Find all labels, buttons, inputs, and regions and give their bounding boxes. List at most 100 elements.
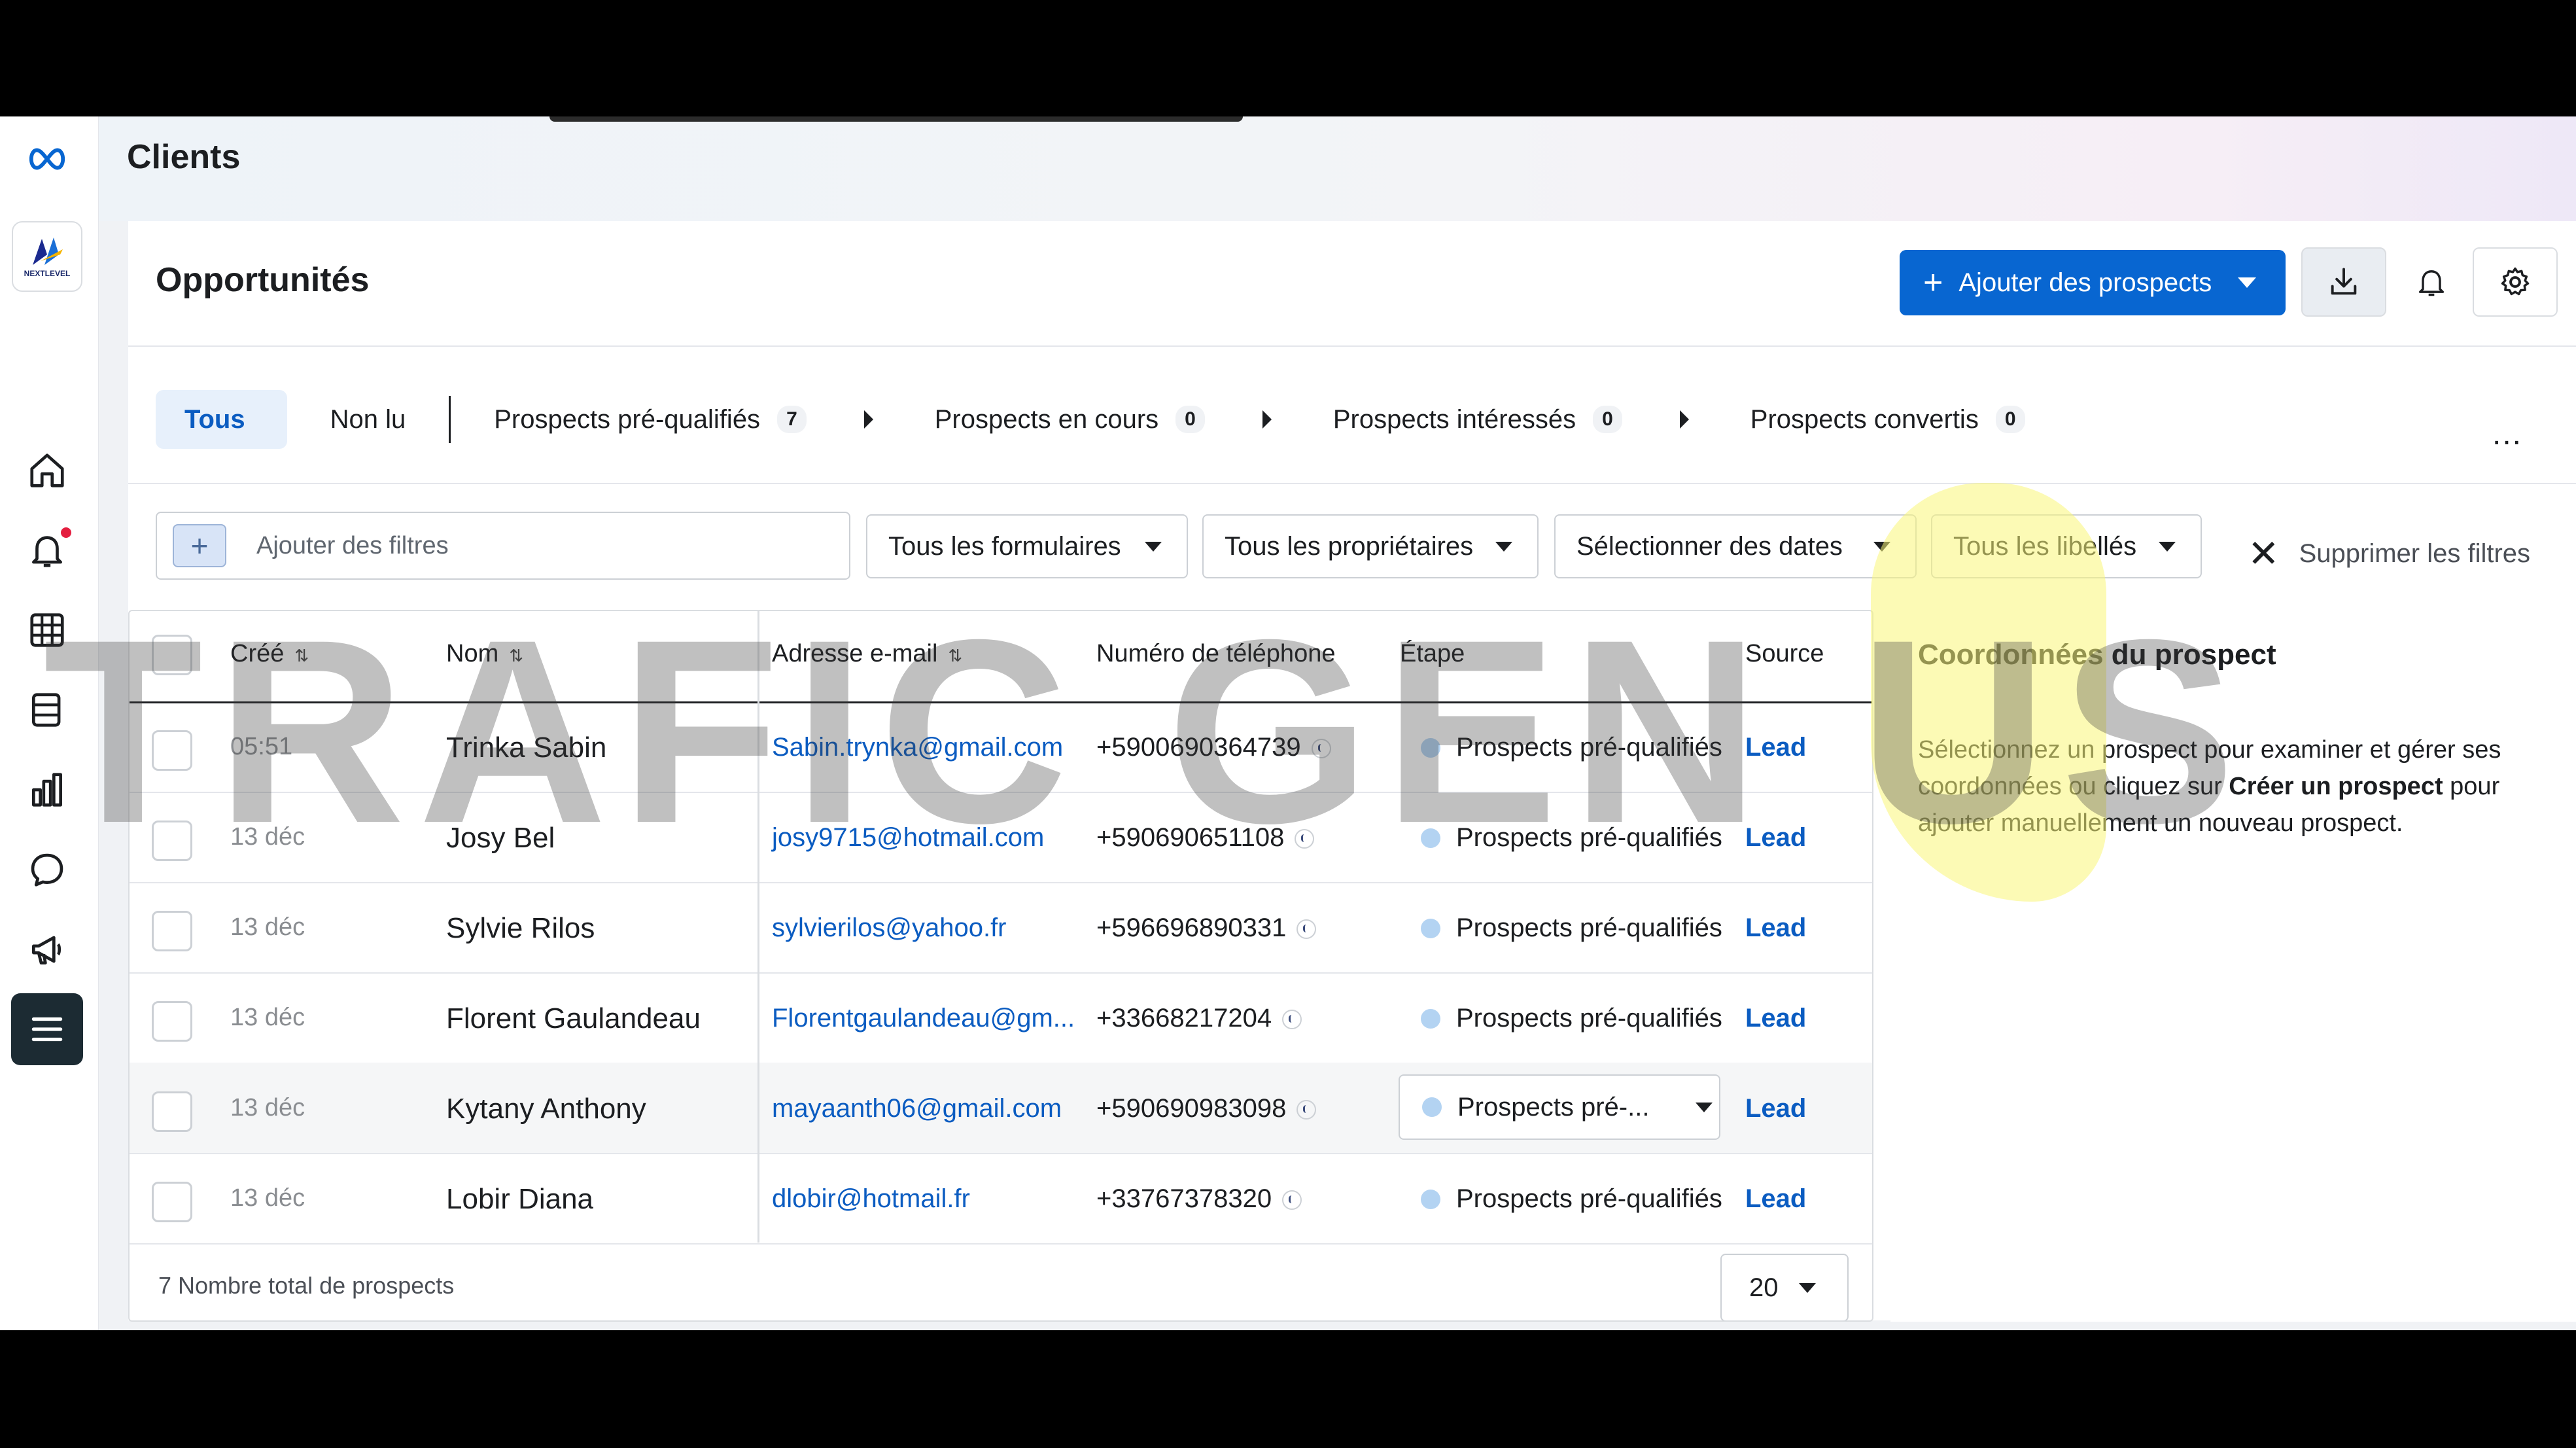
download-button[interactable] bbox=[2301, 247, 2386, 317]
source-link[interactable]: Lead bbox=[1745, 1184, 1806, 1214]
tab-all[interactable]: Tous bbox=[156, 390, 287, 449]
tab-in-progress[interactable]: Prospects en cours 0 bbox=[935, 405, 1205, 434]
tab-converted[interactable]: Prospects convertis 0 bbox=[1750, 405, 2025, 434]
whatsapp-icon[interactable] bbox=[1295, 829, 1315, 849]
add-prospects-label: Ajouter des prospects bbox=[1958, 268, 2212, 297]
chat-bubble-icon bbox=[31, 853, 63, 887]
stage-label: Prospects pré-qualifiés bbox=[1456, 1004, 1722, 1033]
phone-cell: +590690651108 bbox=[1096, 823, 1315, 853]
table-row[interactable]: 13 déc Josy Bel josy9715@hotmail.com +59… bbox=[130, 792, 1872, 883]
sort-icon: ⇅ bbox=[509, 646, 524, 665]
overlay-edge bbox=[549, 116, 1243, 122]
dates-dropdown[interactable]: Sélectionner des dates bbox=[1554, 514, 1917, 578]
tab-interested[interactable]: Prospects intéressés 0 bbox=[1333, 405, 1622, 434]
all-tools-menu-button[interactable] bbox=[11, 993, 83, 1065]
messages-button[interactable] bbox=[11, 834, 83, 906]
arrow-right-icon bbox=[1679, 410, 1689, 429]
more-options-icon[interactable]: ... bbox=[2492, 416, 2522, 452]
arrow-right-icon bbox=[863, 410, 873, 429]
whatsapp-icon[interactable] bbox=[1282, 1010, 1302, 1030]
clear-filters-button[interactable]: ✕ Supprimer les filtres bbox=[2248, 531, 2530, 576]
select-all-checkbox[interactable] bbox=[152, 635, 192, 675]
left-navigation-rail: NEXTLEVEL bbox=[0, 116, 99, 1330]
settings-button[interactable] bbox=[2473, 247, 2558, 317]
meta-logo-icon[interactable] bbox=[11, 123, 83, 195]
email-link[interactable]: mayaanth06@gmail.com bbox=[772, 1094, 1062, 1123]
phone-number: +596696890331 bbox=[1096, 913, 1287, 942]
name-cell: Sylvie Rilos bbox=[446, 912, 595, 944]
table-row[interactable]: 13 déc Sylvie Rilos sylvierilos@yahoo.fr… bbox=[130, 882, 1872, 974]
whatsapp-icon[interactable] bbox=[1297, 919, 1317, 940]
page-size-dropdown[interactable]: 20 bbox=[1720, 1254, 1849, 1320]
stage-column-header: Étape bbox=[1400, 640, 1465, 667]
phone-cell: +596696890331 bbox=[1096, 913, 1317, 943]
add-prospects-button[interactable]: + Ajouter des prospects bbox=[1900, 250, 2286, 315]
home-button[interactable] bbox=[11, 434, 83, 506]
ads-button[interactable] bbox=[11, 913, 83, 985]
header-label: Adresse e-mail bbox=[772, 640, 938, 667]
tab-prequalified[interactable]: Prospects pré-qualifiés 7 bbox=[494, 405, 807, 434]
tab-label: Prospects convertis bbox=[1750, 404, 1979, 434]
name-cell: Josy Bel bbox=[446, 822, 555, 854]
stage-cell[interactable]: Prospects pré-qualifiés bbox=[1421, 1004, 1722, 1033]
prospect-details-panel: Coordonnées du prospect Sélectionnez un … bbox=[1890, 610, 2576, 1322]
owners-dropdown[interactable]: Tous les propriétaires bbox=[1202, 514, 1539, 578]
source-link[interactable]: Lead bbox=[1745, 823, 1806, 853]
chevron-down-icon bbox=[2238, 277, 2257, 288]
tab-label: Prospects intéressés bbox=[1332, 404, 1576, 434]
created-column-header[interactable]: Créé ⇅ bbox=[230, 640, 309, 668]
phone-number: +590690983098 bbox=[1096, 1094, 1287, 1123]
email-column-header[interactable]: Adresse e-mail ⇅ bbox=[772, 640, 962, 668]
row-checkbox[interactable] bbox=[152, 1091, 192, 1132]
row-checkbox[interactable] bbox=[152, 730, 192, 771]
source-link[interactable]: Lead bbox=[1745, 1004, 1806, 1033]
stage-tabs: Tous Non lu Prospects pré-qualifiés 7 Pr… bbox=[156, 390, 2025, 449]
source-link[interactable]: Lead bbox=[1745, 913, 1806, 943]
business-logo-text: NEXTLEVEL bbox=[24, 269, 71, 278]
stage-dropdown[interactable]: Prospects pré-... bbox=[1399, 1074, 1720, 1140]
email-link[interactable]: sylvierilos@yahoo.fr bbox=[772, 913, 1007, 943]
whatsapp-icon[interactable] bbox=[1311, 739, 1331, 759]
tab-label: Prospects pré-qualifiés bbox=[494, 404, 761, 434]
table-button[interactable] bbox=[11, 594, 83, 666]
whatsapp-icon[interactable] bbox=[1282, 1190, 1302, 1210]
stage-cell[interactable]: Prospects pré-qualifiés bbox=[1421, 1184, 1722, 1214]
email-link[interactable]: Sabin.trynka@gmail.com bbox=[772, 733, 1063, 762]
alerts-button[interactable] bbox=[2389, 247, 2474, 317]
name-column-header[interactable]: Nom ⇅ bbox=[446, 640, 523, 668]
whatsapp-icon[interactable] bbox=[1297, 1100, 1317, 1120]
labels-dropdown[interactable]: Tous les libellés bbox=[1931, 514, 2202, 578]
email-link[interactable]: Florentgaulandeau@gm... bbox=[772, 1004, 1075, 1033]
stage-dot-icon bbox=[1421, 737, 1440, 758]
row-checkbox[interactable] bbox=[152, 1182, 192, 1222]
bar-chart-icon bbox=[32, 773, 62, 807]
opportunities-panel: Opportunités + Ajouter des prospects Tou… bbox=[128, 221, 2576, 1322]
email-link[interactable]: dlobir@hotmail.fr bbox=[772, 1184, 970, 1214]
phone-cell: +33668217204 bbox=[1096, 1004, 1302, 1033]
source-link[interactable]: Lead bbox=[1745, 733, 1806, 762]
row-checkbox[interactable] bbox=[152, 1001, 192, 1042]
megaphone-icon bbox=[32, 936, 61, 964]
source-link[interactable]: Lead bbox=[1745, 1094, 1806, 1123]
table-row[interactable]: 13 déc Kytany Anthony mayaanth06@gmail.c… bbox=[130, 1063, 1872, 1154]
stage-cell[interactable]: Prospects pré-qualifiés bbox=[1421, 823, 1722, 853]
created-cell: 13 déc bbox=[230, 1004, 305, 1031]
name-cell: Trinka Sabin bbox=[446, 732, 607, 764]
pages-button[interactable] bbox=[11, 674, 83, 746]
insights-button[interactable] bbox=[11, 754, 83, 826]
add-filters-input[interactable]: + Ajouter des filtres bbox=[156, 512, 850, 580]
row-checkbox[interactable] bbox=[152, 911, 192, 951]
table-row[interactable]: 05:51 Trinka Sabin Sabin.trynka@gmail.co… bbox=[130, 701, 1872, 793]
create-prospect-emphasis: Créer un prospect bbox=[2229, 773, 2443, 800]
tab-unread[interactable]: Non lu bbox=[330, 405, 406, 434]
forms-dropdown[interactable]: Tous les formulaires bbox=[866, 514, 1188, 578]
notifications-button[interactable] bbox=[11, 514, 83, 586]
plus-icon[interactable]: + bbox=[173, 524, 226, 567]
stage-cell[interactable]: Prospects pré-qualifiés bbox=[1421, 733, 1722, 762]
stage-cell[interactable]: Prospects pré-qualifiés bbox=[1421, 913, 1722, 943]
business-logo[interactable]: NEXTLEVEL bbox=[12, 221, 82, 292]
table-row[interactable]: 13 déc Lobir Diana dlobir@hotmail.fr +33… bbox=[130, 1153, 1872, 1245]
email-link[interactable]: josy9715@hotmail.com bbox=[772, 823, 1044, 853]
row-checkbox[interactable] bbox=[152, 821, 192, 861]
table-row[interactable]: 13 déc Florent Gaulandeau Florentgauland… bbox=[130, 972, 1872, 1064]
